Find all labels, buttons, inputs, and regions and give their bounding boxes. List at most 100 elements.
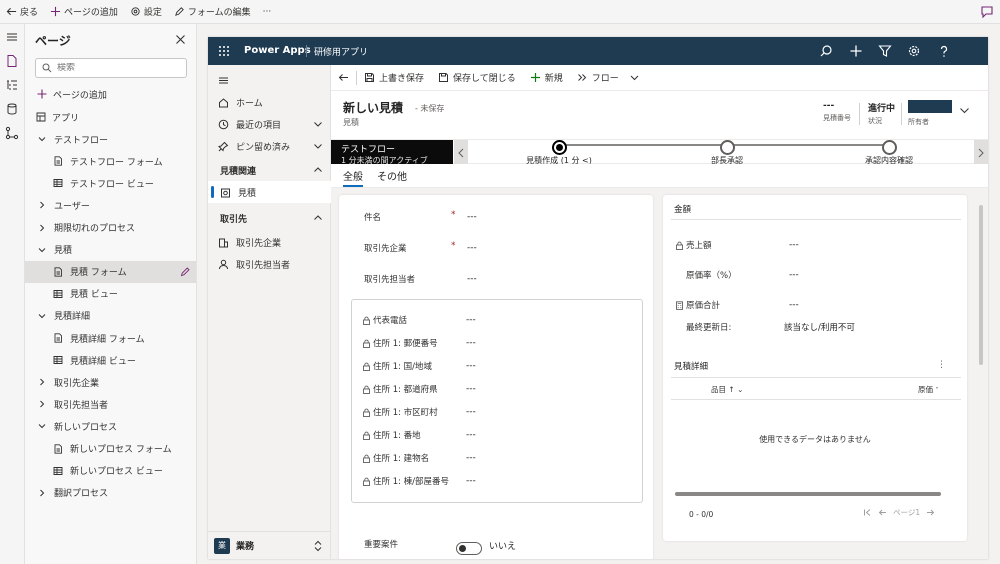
subgrid-horizontal-scrollbar[interactable]	[675, 492, 941, 496]
save-close-button[interactable]: 保存して閉じる	[431, 65, 523, 91]
bpf-stage-2[interactable]: 部長承認	[677, 140, 777, 166]
tab-other[interactable]: その他	[377, 168, 407, 187]
subgrid-col-cost[interactable]: 原価 ˅	[918, 384, 938, 395]
sitemap-item-home[interactable]: ホーム	[208, 91, 331, 113]
page-app-item[interactable]: アプリ	[25, 106, 196, 128]
field-contact-value[interactable]: ---	[467, 274, 477, 284]
subgrid-pager: ページ1	[863, 507, 935, 518]
sitemap-item-contacts[interactable]: 取引先担当者	[208, 253, 331, 275]
page-group-item[interactable]: 取引先担当者	[25, 393, 196, 415]
sitemap-collapse[interactable]	[208, 69, 331, 91]
page-view-item[interactable]: 見積 ビュー	[25, 283, 196, 305]
filter-icon[interactable]	[878, 44, 892, 58]
tab-general[interactable]: 全般	[343, 168, 363, 187]
subgrid-record-count: 0 - 0/0	[689, 510, 714, 519]
sitemap-item-pinned[interactable]: ピン留め済み	[208, 135, 331, 157]
tree-view-icon[interactable]	[5, 78, 19, 92]
page-group-item[interactable]: 新しいプロセス	[25, 415, 196, 437]
menu-icon[interactable]	[5, 30, 19, 44]
gear-icon[interactable]	[907, 44, 921, 58]
page-group-item[interactable]: 見積詳細	[25, 305, 196, 327]
page-form-item[interactable]: テストフロー フォーム	[25, 150, 196, 172]
grid-view-icon	[53, 466, 63, 475]
important-toggle[interactable]	[456, 542, 482, 555]
address-field-value: ---	[466, 338, 476, 348]
form-icon	[54, 443, 62, 454]
save-button[interactable]: 上書き保存	[357, 65, 431, 91]
pages-search-input[interactable]	[57, 63, 177, 73]
page-view-item[interactable]: 新しいプロセス ビュー	[25, 460, 196, 482]
bpf-stage-1[interactable]: 見積作成 (1 分 <)	[509, 140, 609, 166]
data-icon[interactable]	[5, 102, 19, 116]
bpf-prev-button[interactable]	[454, 140, 468, 165]
plus-icon[interactable]	[849, 44, 863, 58]
field-last-updated-value: 該当なし/利用不可	[784, 323, 855, 333]
bpf-name-box[interactable]: テストフロー 1 分未満の間アクティブ	[331, 140, 453, 165]
sitemap-group-accounts[interactable]: 取引先	[208, 207, 331, 229]
close-icon[interactable]	[175, 34, 186, 45]
page-group-item[interactable]: 見積	[25, 239, 196, 261]
more-label: ···	[262, 6, 272, 17]
address-field: 住所 1: 建物名	[362, 452, 429, 464]
field-cost-rate-value[interactable]: ---	[789, 270, 799, 280]
new-button[interactable]: 新規	[523, 65, 570, 91]
owner-value[interactable]	[908, 100, 952, 113]
feedback-icon[interactable]	[980, 5, 994, 19]
sitemap-group-quotes[interactable]: 見積関連	[208, 159, 331, 181]
search-icon[interactable]	[819, 44, 833, 58]
page-item-label: 見積詳細	[54, 312, 91, 323]
field-cost-total: 原価合計	[675, 299, 720, 311]
flow-icon[interactable]	[5, 126, 19, 140]
page-group-item[interactable]: 取引先企業	[25, 371, 196, 393]
next-page-icon[interactable]	[926, 508, 935, 517]
address-field-label: 住所 1: 都道府県	[373, 385, 438, 395]
page-form-item[interactable]: 見積詳細 フォーム	[25, 327, 196, 349]
pages-search-box[interactable]	[35, 58, 187, 78]
field-account-value[interactable]: ---	[467, 243, 477, 253]
page-group-item[interactable]: テストフロー	[25, 128, 196, 150]
more-vertical-icon[interactable]: ⋮	[937, 360, 946, 370]
flow-button[interactable]: フロー	[570, 65, 647, 91]
sitemap-item-recent[interactable]: 最近の項目	[208, 113, 331, 135]
field-important: 重要案件	[364, 538, 398, 550]
form-scrollbar[interactable]	[979, 205, 983, 365]
page-form-item[interactable]: 新しいプロセス フォーム	[25, 438, 196, 460]
bpf-next-button[interactable]	[974, 140, 988, 165]
page-group-item[interactable]: 翻訳プロセス	[25, 482, 196, 504]
pages-icon[interactable]	[5, 54, 19, 68]
field-subject-value[interactable]: ---	[467, 212, 477, 222]
bpf-stage-3[interactable]: 承認内容確認	[839, 140, 939, 166]
page-group-item[interactable]: 期限切れのプロセス	[25, 217, 196, 239]
pencil-icon[interactable]	[180, 267, 190, 277]
address-field-label: 住所 1: 建物名	[373, 454, 430, 464]
add-page-link[interactable]: ページの追加	[25, 83, 196, 105]
more-button[interactable]: ···	[257, 0, 278, 24]
field-contact: 取引先担当者	[364, 273, 415, 285]
page-view-item[interactable]: 見積詳細 ビュー	[25, 349, 196, 371]
help-icon[interactable]	[937, 44, 951, 58]
sitemap-item-quote[interactable]: 見積	[208, 181, 331, 203]
page-item-label: 取引先担当者	[54, 400, 109, 411]
page-view-item[interactable]: テストフロー ビュー	[25, 172, 196, 194]
gear-icon	[131, 7, 140, 16]
back-button[interactable]: 戻る	[0, 0, 44, 24]
first-page-icon[interactable]	[863, 508, 872, 517]
page-group-item[interactable]: ユーザー	[25, 194, 196, 216]
chevron-down-icon	[38, 247, 46, 252]
subgrid-col-product[interactable]: 品目 ↑ ⌄	[711, 384, 743, 395]
add-page-button[interactable]: ページの追加	[44, 0, 124, 24]
back-button[interactable]	[331, 65, 356, 91]
settings-button[interactable]: 設定	[124, 0, 168, 24]
plus-icon	[50, 6, 61, 17]
edit-form-button[interactable]: フォームの編集	[168, 0, 257, 24]
page-form-item[interactable]: 見積 フォーム	[25, 260, 196, 283]
form-icon	[54, 267, 62, 277]
sitemap-item-accounts[interactable]: 取引先企業	[208, 231, 331, 253]
chevron-down-icon[interactable]	[959, 105, 970, 116]
waffle-icon[interactable]	[218, 45, 230, 57]
back-arrow-icon	[338, 74, 348, 81]
app-preview: Power Apps 研修用アプリ ホーム 最近の項目 ピン留め済み 見積関連	[208, 37, 988, 559]
area-switcher[interactable]: 業 業務	[208, 531, 331, 559]
previous-page-icon[interactable]	[878, 508, 887, 517]
back-arrow-icon	[6, 7, 17, 16]
